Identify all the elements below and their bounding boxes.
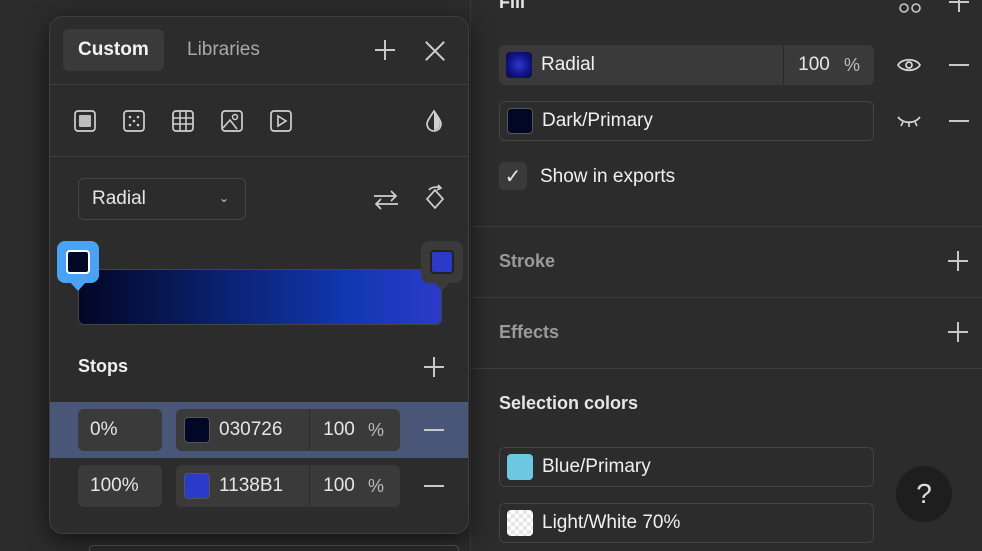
stop-row-selected[interactable]: 0% 030726 100 % (50, 402, 468, 458)
stop-color-field[interactable]: 030726 100 % (176, 409, 400, 451)
stop-opacity-input[interactable]: 100 (310, 419, 368, 441)
checkmark-icon: ✓ (504, 165, 522, 188)
video-fill-icon[interactable] (269, 109, 293, 133)
help-label: ? (916, 478, 932, 509)
effects-section-title: Effects (499, 322, 560, 342)
add-style-icon[interactable] (375, 40, 395, 60)
solid-fill-icon[interactable] (73, 109, 97, 133)
fill-opacity-input[interactable]: 100 (784, 54, 844, 76)
add-fill-icon[interactable] (949, 0, 969, 12)
stop-color-swatch (430, 250, 454, 274)
styles-grid-icon[interactable] (899, 0, 921, 14)
pattern-fill-icon[interactable] (171, 109, 195, 133)
divider (50, 156, 468, 157)
gradient-type-value: Radial (92, 188, 146, 209)
stop-color-swatch (66, 250, 90, 274)
stop-color-swatch[interactable] (184, 417, 210, 443)
stop-color-swatch[interactable] (184, 473, 210, 499)
divider (471, 297, 982, 298)
divider (471, 368, 982, 369)
show-in-exports-checkbox[interactable]: ✓ (499, 162, 527, 190)
chevron-down-icon: ⌄ (218, 191, 229, 205)
add-stop-icon[interactable] (424, 357, 444, 377)
gradient-fill-icon[interactable] (122, 109, 146, 133)
fill-layer-name[interactable]: Dark/Primary (542, 110, 653, 132)
divider (471, 226, 982, 227)
stop-row[interactable]: 100% 1138B1 100 % (50, 458, 468, 514)
help-button[interactable]: ? (896, 466, 952, 522)
stop-hex-input[interactable]: 1138B1 (219, 475, 309, 497)
show-in-exports-label: Show in exports (540, 166, 676, 187)
stop-color-field[interactable]: 1138B1 100 % (176, 465, 400, 507)
gradient-preview-bar[interactable] (78, 269, 442, 325)
stop-hex-input[interactable]: 030726 (219, 419, 309, 441)
stop-opacity-input[interactable]: 100 (310, 475, 368, 497)
selection-color-name[interactable]: Blue/Primary (542, 456, 651, 478)
close-icon[interactable] (424, 40, 446, 62)
layer-strip (89, 545, 459, 551)
blue-primary-swatch[interactable] (507, 454, 533, 480)
remove-stop-icon[interactable] (424, 485, 444, 487)
eye-closed-icon[interactable] (897, 114, 921, 128)
stops-title: Stops (78, 356, 129, 376)
light-white-swatch[interactable] (507, 510, 533, 536)
stop-position-input[interactable]: 100% (78, 465, 162, 507)
stop-opacity-unit: % (368, 475, 385, 496)
selection-colors-title: Selection colors (499, 393, 639, 413)
stroke-section-title: Stroke (499, 251, 556, 271)
selection-color-name[interactable]: Light/White 70% (542, 512, 680, 534)
remove-fill-icon[interactable] (949, 64, 969, 66)
fill-section-title: Fill (499, 0, 525, 12)
stop-opacity-unit: % (368, 419, 385, 440)
radial-swatch-icon[interactable] (506, 52, 532, 78)
selection-color-light-white[interactable]: Light/White 70% (499, 503, 874, 543)
eye-icon[interactable] (897, 56, 921, 74)
color-picker-popover: Custom Libraries Radial ⌄ Stops 0% 03072… (49, 16, 469, 534)
selection-color-blue-primary[interactable]: Blue/Primary (499, 447, 874, 487)
inspector-panel: Fill Radial 100 % Dark/Primary ✓ Show in… (470, 0, 982, 551)
fill-layer-name[interactable]: Radial (541, 54, 783, 76)
add-stroke-icon[interactable] (948, 251, 968, 271)
tab-custom[interactable]: Custom (63, 29, 164, 71)
add-effect-icon[interactable] (948, 322, 968, 342)
dark-primary-swatch[interactable] (507, 108, 533, 134)
remove-fill-icon[interactable] (949, 120, 969, 122)
divider (50, 84, 468, 85)
gradient-type-dropdown[interactable]: Radial ⌄ (78, 178, 246, 220)
eyedropper-icon[interactable] (422, 109, 446, 133)
fill-layer-dark-primary[interactable]: Dark/Primary (499, 101, 874, 141)
fill-opacity-unit: % (844, 54, 861, 75)
gradient-stop-handle-start[interactable] (57, 241, 99, 291)
swap-stops-icon[interactable] (372, 188, 400, 212)
rotate-gradient-icon[interactable] (423, 184, 447, 212)
image-fill-icon[interactable] (220, 109, 244, 133)
fill-layer-radial[interactable]: Radial 100 % (499, 45, 874, 85)
stop-position-input[interactable]: 0% (78, 409, 162, 451)
gradient-stop-handle-end[interactable] (421, 241, 463, 291)
tab-libraries[interactable]: Libraries (172, 29, 275, 71)
remove-stop-icon[interactable] (424, 429, 444, 431)
